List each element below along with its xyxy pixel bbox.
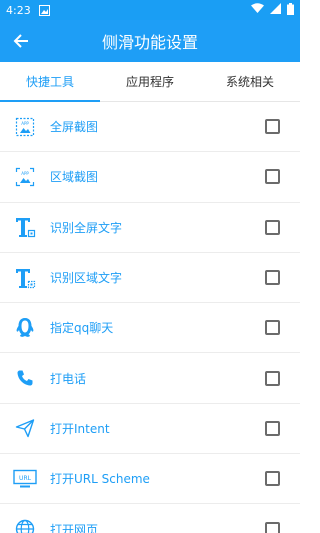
checkbox[interactable]: [265, 471, 280, 487]
list-item[interactable]: 指定qq聊天: [0, 303, 300, 354]
tab-shortcut-tools[interactable]: 快捷工具: [0, 62, 100, 102]
globe-icon: [0, 504, 50, 533]
checkbox[interactable]: [265, 219, 280, 235]
list-item-label: 打开Intent: [50, 421, 110, 436]
status-bar: 4:23: [0, 0, 300, 20]
list-item[interactable]: APP 区域截图: [0, 152, 300, 203]
list-item[interactable]: 打开网页: [0, 504, 300, 533]
checkbox[interactable]: [265, 169, 280, 185]
tab-applications[interactable]: 应用程序: [100, 62, 200, 101]
checkbox[interactable]: [265, 119, 280, 135]
svg-text:URL: URL: [19, 475, 32, 482]
area-screenshot-icon: APP: [0, 152, 50, 202]
list-item[interactable]: URL 打开URL Scheme: [0, 454, 300, 505]
qq-icon: [0, 303, 50, 353]
list-item[interactable]: 识别全屏文字: [0, 203, 300, 253]
list-item[interactable]: 打电话: [0, 353, 300, 404]
image-notification-icon: [38, 4, 50, 16]
page-title: 侧滑功能设置: [101, 33, 198, 52]
checkbox[interactable]: [265, 521, 280, 533]
phone-icon: [0, 353, 50, 403]
list-item-label: 识别区域文字: [50, 271, 123, 286]
wifi-icon: [251, 3, 264, 17]
checkbox[interactable]: [265, 420, 280, 436]
list-item-label: 识别全屏文字: [50, 220, 123, 235]
list-item-label: 打电话: [50, 371, 87, 386]
checkbox[interactable]: [265, 270, 280, 286]
checkbox[interactable]: [265, 370, 280, 386]
text-recognition-icon: [0, 202, 50, 252]
signal-icon: [270, 3, 281, 17]
list-item-label: 打开URL Scheme: [50, 472, 150, 487]
tab-bar: 快捷工具 应用程序 系统相关: [0, 62, 300, 102]
list-item-label: 区域截图: [50, 170, 99, 185]
list-item[interactable]: 识别区域文字: [0, 253, 300, 304]
tab-system[interactable]: 系统相关: [200, 62, 300, 101]
list-item[interactable]: 打开Intent: [0, 403, 300, 455]
app-bar: 侧滑功能设置: [0, 20, 300, 62]
list-item-label: 打开网页: [50, 522, 99, 533]
list-item-label: 指定qq聊天: [50, 321, 114, 336]
back-arrow-icon[interactable]: [0, 20, 42, 62]
status-time: 4:23: [6, 3, 31, 17]
send-icon: [0, 403, 50, 453]
battery-icon: [287, 2, 294, 18]
list-item-label: 全屏截图: [50, 120, 99, 135]
checkbox[interactable]: [265, 320, 280, 336]
svg-text:APP: APP: [21, 171, 29, 176]
feature-list: APP 全屏截图 APP 区域截图 识别全屏文字 识别区域文字 指定qq聊天 打…: [0, 102, 300, 533]
text-recognition-icon: [0, 253, 50, 303]
url-icon: URL: [0, 454, 50, 504]
svg-text:APP: APP: [21, 121, 29, 126]
fullscreen-screenshot-icon: APP: [0, 102, 50, 152]
list-item[interactable]: APP 全屏截图: [0, 102, 300, 153]
